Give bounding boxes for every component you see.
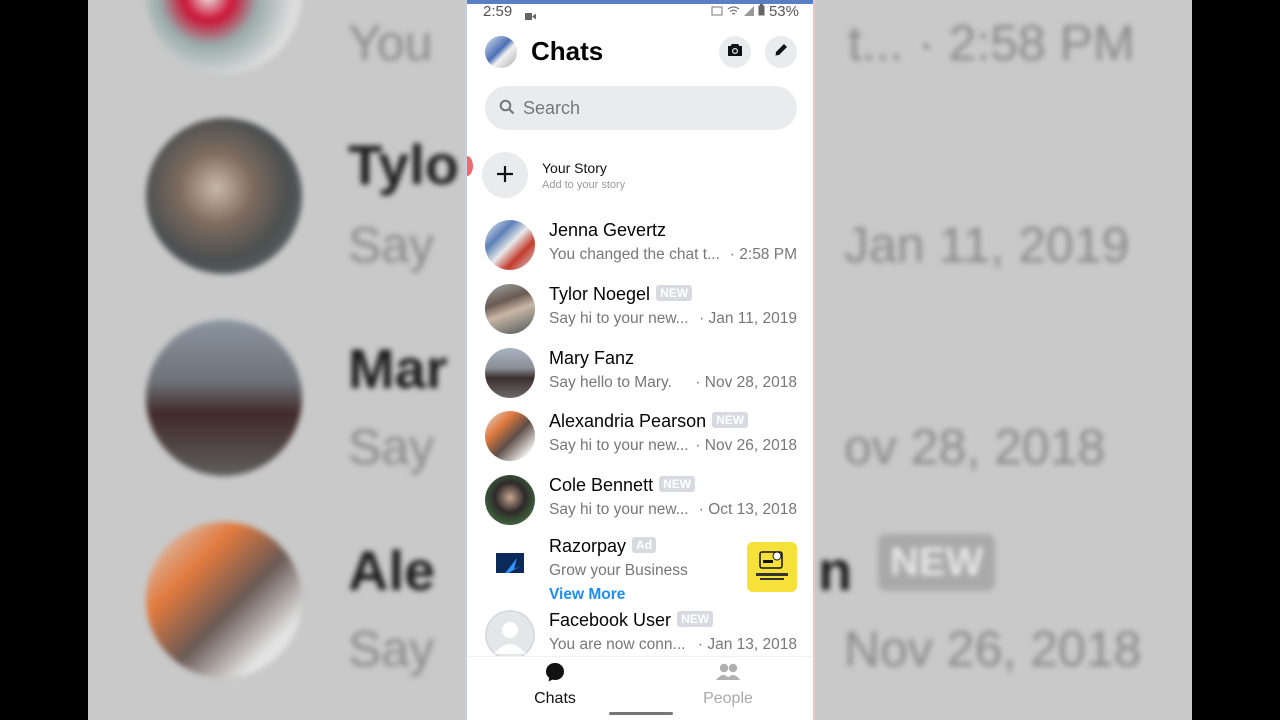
pencil-icon [774, 43, 788, 62]
profile-avatar[interactable] [485, 36, 517, 68]
your-story[interactable]: Your Story Add to your story [467, 148, 813, 206]
new-message-button[interactable] [765, 36, 797, 68]
add-story-button[interactable] [482, 152, 528, 198]
avatar [485, 284, 535, 334]
bottom-tab-bar: Chats People [467, 656, 813, 720]
message-time: · Nov 26, 2018 [695, 437, 797, 454]
bg-text-trunc: t... [848, 15, 904, 71]
story-indicator [467, 156, 473, 176]
wifi-icon [727, 3, 740, 20]
contact-name: Alexandria Pearson [549, 411, 707, 431]
new-badge: NEW [659, 476, 696, 492]
camera-icon [727, 43, 743, 62]
search-icon [499, 99, 515, 120]
page-title: Chats [531, 36, 604, 66]
message-preview: You are now conn... [549, 636, 686, 653]
payment-card-icon [747, 542, 797, 592]
bg-name-2: Mar [348, 337, 448, 400]
new-badge: NEW [712, 412, 749, 428]
status-bar: 2:59 53% [467, 0, 813, 24]
ad-row-razorpay[interactable]: Razorpay Ad Grow your Business View More [467, 530, 813, 608]
contact-name: Jenna Gevertz [549, 220, 667, 240]
bg-avatar-1 [146, 0, 302, 74]
bg-text-you: You [348, 15, 433, 71]
message-time: · 2:58 PM [729, 246, 797, 263]
message-preview: Say hi to your new... [549, 501, 689, 518]
avatar [485, 348, 535, 398]
tab-label: Chats [534, 690, 576, 707]
bg-say-1: Say [348, 217, 435, 273]
contact-name: Cole Bennett [549, 475, 654, 495]
bg-text-time: · 2:58 PM [918, 15, 1135, 71]
bg-say-2: Say [348, 419, 435, 475]
message-time: · Jan 13, 2018 [697, 636, 797, 653]
contact-name: Tylor Noegel [549, 284, 651, 304]
header: Chats [467, 30, 813, 76]
chat-row-facebook-user[interactable]: Facebook User NEW You are now conn... · J… [467, 604, 813, 664]
avatar [485, 475, 535, 525]
avatar [485, 411, 535, 461]
camera-button[interactable] [719, 36, 751, 68]
chat-row-jenna[interactable]: Jenna Gevertz You changed the chat t... … [467, 214, 813, 274]
view-more-link[interactable]: View More [549, 586, 625, 604]
bg-date-1: Jan 11, 2019 [844, 217, 1130, 273]
video-icon [525, 7, 536, 25]
bg-name-3: Ale [348, 539, 436, 602]
tab-chats[interactable]: Chats [495, 661, 615, 708]
ad-message: Grow your Business [549, 562, 688, 579]
bg-avatar-4 [146, 522, 302, 678]
story-title: Your Story [542, 160, 607, 176]
advertiser-name: Razorpay [549, 536, 627, 556]
message-time: · Jan 11, 2019 [699, 310, 797, 327]
chat-row-mary[interactable]: Mary Fanz Say hello to Mary. · Nov 28, 2… [467, 342, 813, 402]
message-time: · Oct 13, 2018 [698, 501, 797, 518]
status-time: 2:59 [483, 3, 513, 20]
ad-badge: Ad [632, 537, 657, 553]
people-icon [715, 663, 741, 687]
contact-name: Mary Fanz [549, 348, 635, 368]
signal-icon [743, 3, 754, 20]
chat-row-cole[interactable]: Cole Bennett NEW Say hi to your new... · … [467, 469, 813, 529]
bg-name-1: Tylo [348, 133, 459, 196]
new-badge: NEW [677, 611, 714, 627]
message-preview: You changed the chat t... [549, 246, 720, 263]
bg-avatar-2 [146, 118, 302, 274]
default-user-icon [485, 610, 535, 660]
message-time: · Nov 28, 2018 [695, 374, 797, 391]
cast-icon [711, 3, 723, 20]
contact-name: Facebook User [549, 610, 672, 630]
search-placeholder: Search [523, 98, 581, 118]
bg-date-3: Nov 26, 2018 [844, 621, 1142, 677]
home-indicator [609, 712, 673, 715]
chat-bubble-icon [544, 663, 566, 687]
new-badge: NEW [656, 285, 693, 301]
message-preview: Say hello to Mary. [549, 374, 672, 391]
message-preview: Say hi to your new... [549, 310, 689, 327]
ad-thumbnail[interactable] [747, 542, 797, 592]
tab-people[interactable]: People [668, 661, 788, 708]
tab-label: People [703, 690, 753, 707]
search-input[interactable]: Search [485, 86, 797, 130]
bg-avatar-3 [146, 320, 302, 476]
phone-screen: 2:59 53% Chats Search Your Story Add to … [465, 0, 815, 720]
bg-date-2: ov 28, 2018 [844, 419, 1106, 475]
avatar [485, 610, 535, 660]
message-preview: Say hi to your new... [549, 437, 689, 454]
plus-icon [495, 160, 515, 190]
battery-icon [758, 3, 765, 20]
bg-new-badge: NEW [878, 534, 996, 591]
ad-logo [485, 542, 535, 592]
battery-percent: 53% [768, 3, 799, 20]
razorpay-logo-icon [496, 553, 524, 581]
chat-row-alexandria[interactable]: Alexandria Pearson NEW Say hi to your new… [467, 405, 813, 465]
avatar [485, 220, 535, 270]
bg-say-3: Say [348, 621, 435, 677]
chat-row-tylor[interactable]: Tylor Noegel NEW Say hi to your new... · … [467, 278, 813, 338]
bg-name-3-right: n [818, 539, 853, 602]
story-subtitle: Add to your story [542, 179, 626, 191]
